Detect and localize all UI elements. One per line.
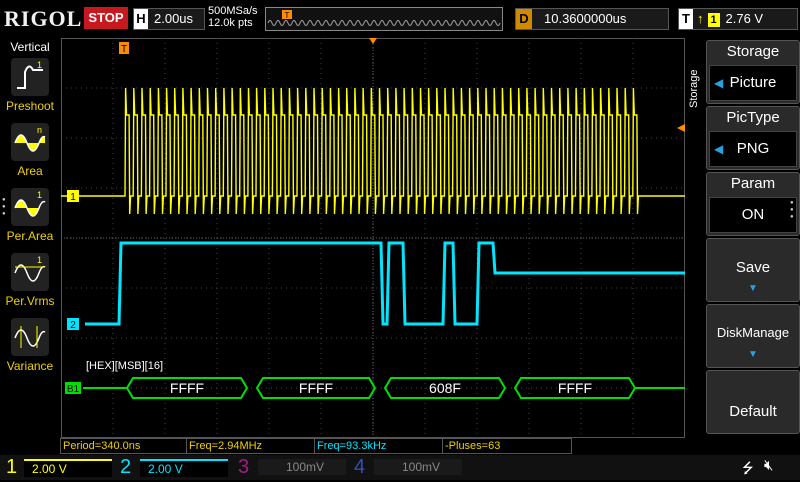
param-button[interactable]: Param ON xyxy=(706,172,800,236)
svg-text:n: n xyxy=(37,125,42,135)
preshoot-label: Preshoot xyxy=(5,99,55,113)
measure-freq-ch1: Freq=2.94MHz xyxy=(186,438,316,454)
trigger-level-marker xyxy=(677,124,685,132)
bus-decode-value-2: 608F xyxy=(429,380,461,396)
svg-text:T: T xyxy=(285,11,290,20)
area-button[interactable]: n xyxy=(11,123,49,161)
timebase-readout[interactable]: H 2.00us xyxy=(133,8,205,30)
storage-side-label: Storage xyxy=(688,69,700,108)
memory-depth: 12.0k pts xyxy=(208,17,253,29)
variance-icon xyxy=(14,326,46,348)
default-label: Default xyxy=(729,403,777,420)
bus-decode-value-3: FFFF xyxy=(558,380,592,396)
preshoot-button[interactable]: 1 xyxy=(11,58,49,96)
rising-edge-icon: ↑ xyxy=(697,11,704,26)
mute-speaker-icon: 🔇︎ xyxy=(764,457,774,474)
trigger-readout[interactable]: T ↑ 1 2.76 V xyxy=(678,8,798,30)
waveform-display[interactable]: FFFF FFFF 608F FFFF 1 2 B1 T xyxy=(61,38,685,438)
pictype-value: ◀ PNG xyxy=(709,131,797,167)
brand-logo: RIGOL xyxy=(4,6,83,31)
bus-marker-text: B1 xyxy=(67,384,80,395)
per-vrms-icon: 1 xyxy=(14,255,46,282)
ch1-clock-trace xyxy=(61,87,685,215)
preshoot-icon: 1 xyxy=(17,60,43,89)
left-menu-title: Vertical xyxy=(10,40,50,54)
disk-manage-label: DiskManage xyxy=(716,325,790,340)
ch4-scale[interactable]: 100mV xyxy=(374,459,462,475)
storage-menu-title: Storage xyxy=(726,43,780,60)
save-label: Save xyxy=(735,259,771,276)
svg-text:1: 1 xyxy=(37,190,42,200)
waveform-canvas: FFFF FFFF 608F FFFF 1 2 B1 T xyxy=(61,38,685,438)
bus-decode-value-0: FFFF xyxy=(170,380,204,396)
measure-pulses: -Pluses=63 xyxy=(442,438,572,454)
ch1-number[interactable]: 1 xyxy=(6,455,17,480)
ch1-marker-text: 1 xyxy=(70,192,76,203)
per-vrms-button[interactable]: 1 xyxy=(11,253,49,291)
measure-period: Period=340.0ns xyxy=(60,438,188,454)
param-label: Param xyxy=(730,175,776,192)
delay-value: 10.3600000us xyxy=(544,11,627,26)
disk-manage-button[interactable]: DiskManage ▼ xyxy=(706,304,800,368)
per-area-button[interactable]: 1 xyxy=(11,188,49,226)
delay-readout[interactable]: D 10.3600000us xyxy=(515,8,669,30)
submenu-arrow-icon: ▼ xyxy=(748,349,758,360)
ch2-scale[interactable]: 2.00 V xyxy=(140,459,228,477)
svg-text:1: 1 xyxy=(37,255,42,265)
ch4-number[interactable]: 4 xyxy=(354,455,365,480)
sample-rate: 500MSa/s xyxy=(208,5,258,17)
delay-key: D xyxy=(516,9,532,29)
ch3-scale[interactable]: 100mV xyxy=(258,459,346,475)
trigger-source: 1 xyxy=(707,13,720,27)
area-icon: n xyxy=(14,125,46,152)
param-value: ON xyxy=(709,197,797,233)
left-arrow-icon: ◀ xyxy=(714,142,724,156)
ch2-data-trace xyxy=(85,241,685,326)
pictype-label: PicType xyxy=(726,109,780,126)
variance-button[interactable] xyxy=(11,318,49,356)
left-arrow-icon: ◀ xyxy=(714,76,724,90)
save-button[interactable]: Save ▼ xyxy=(706,238,800,302)
storage-type-value: ◀ Picture xyxy=(709,65,797,101)
trigger-key: T xyxy=(679,9,693,29)
storage-type-button[interactable]: Storage ◀ Picture xyxy=(706,40,800,104)
timebase-key: H xyxy=(134,9,148,29)
pictype-button[interactable]: PicType ◀ PNG xyxy=(706,106,800,170)
per-vrms-label: Per.Vrms xyxy=(5,294,55,308)
bus-decode-value-1: FFFF xyxy=(299,380,333,396)
default-button[interactable]: Default xyxy=(706,370,800,434)
run-stop-indicator[interactable]: STOP xyxy=(84,7,128,29)
measure-freq-ch2: Freq=93.3kHz xyxy=(314,438,444,454)
per-area-label: Per.Area xyxy=(6,229,54,243)
submenu-arrow-icon: ▼ xyxy=(748,283,758,294)
decode-format-label: [HEX][MSB][16] xyxy=(86,360,164,372)
per-area-icon: 1 xyxy=(14,190,46,217)
trigger-time-marker-text: T xyxy=(121,44,127,55)
more-options-dots-right: ● ● ● xyxy=(790,200,794,220)
trigger-level: 2.76 V xyxy=(725,11,764,26)
acquisition-info: 500MSa/s 12.0k pts xyxy=(208,5,258,29)
usb-icon: ⭍ xyxy=(742,460,754,476)
svg-text:1: 1 xyxy=(37,60,42,70)
ch1-scale[interactable]: 2.00 V xyxy=(24,459,112,477)
memory-overview-bar[interactable]: T xyxy=(265,7,503,31)
center-time-marker xyxy=(369,38,377,44)
timebase-value: 2.00us xyxy=(154,11,194,26)
memory-overview-graphic: T xyxy=(266,8,502,30)
variance-label: Variance xyxy=(6,359,54,373)
ch3-number[interactable]: 3 xyxy=(238,455,249,480)
area-label: Area xyxy=(17,164,43,178)
ch2-number[interactable]: 2 xyxy=(120,455,131,480)
more-options-dots: ● ● ● xyxy=(2,197,6,217)
ch2-marker-text: 2 xyxy=(70,320,76,331)
